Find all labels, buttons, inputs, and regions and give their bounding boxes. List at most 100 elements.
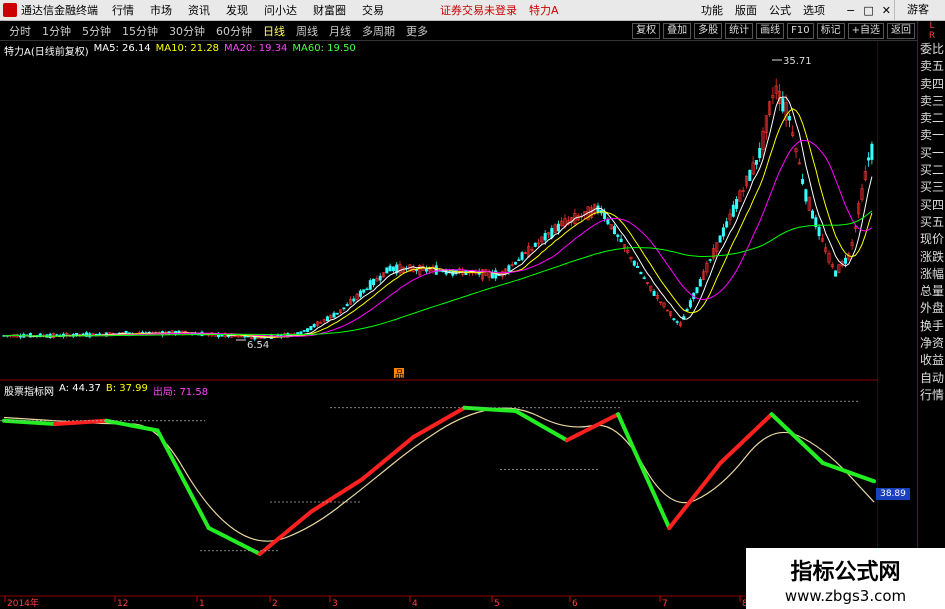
candle-body [332, 312, 336, 318]
candle-body [358, 290, 362, 297]
sidebar-item-5[interactable]: 卖一 [918, 127, 945, 144]
indicator-a: A: 44.37 [59, 383, 101, 394]
sidebar-item-10[interactable]: 买五 [918, 214, 945, 231]
sidebar-item-13[interactable]: 涨幅 [918, 266, 945, 283]
sidebar-r-label[interactable]: R [918, 31, 945, 41]
candle-body [309, 326, 313, 330]
candle-body [695, 287, 699, 293]
guest-button[interactable]: 游客 [894, 0, 941, 20]
indicator-exit: 出局: 71.58 [152, 387, 209, 398]
candle-body [342, 307, 346, 310]
candle-body [362, 289, 366, 293]
indicator-a-segment [513, 409, 569, 443]
indicator-price-box: 38.89 [876, 488, 910, 500]
indicator-a-segment [104, 418, 160, 433]
candle-body [385, 267, 389, 274]
sidebar-item-15[interactable]: 外盘 [918, 300, 945, 317]
sidebar-item-0[interactable]: 委比 [918, 41, 945, 58]
candle-body [335, 312, 339, 315]
candle-body [378, 275, 382, 281]
marker-label: 品 [395, 369, 404, 380]
candle-body [302, 330, 306, 332]
sidebar-item-6[interactable]: 买一 [918, 145, 945, 162]
sidebar-item-17[interactable]: 净资 [918, 335, 945, 352]
low-label: 6.54 [247, 340, 269, 351]
candle-body [688, 300, 692, 308]
indicator-title: 股票指标网 [4, 387, 54, 398]
candle-body [817, 226, 821, 237]
ma60-label: MA60: 19.50 [292, 43, 356, 54]
sidebar-item-8[interactable]: 买三 [918, 179, 945, 196]
indicator-a-segment [667, 461, 723, 530]
close-icon[interactable]: ✕ [882, 4, 891, 17]
candle-body [543, 232, 547, 241]
ma60-line [3, 210, 873, 337]
sidebar-item-12[interactable]: 涨跌 [918, 249, 945, 266]
candle-body [325, 316, 329, 322]
candle-body [368, 280, 372, 290]
x-tick-label-6: 5 [494, 599, 500, 609]
candle-body [372, 278, 376, 286]
indicator-a-segment [309, 477, 365, 514]
candle-body [556, 223, 560, 232]
tool-back-button[interactable]: 返回 [887, 22, 915, 39]
indicator-a-segment [360, 435, 416, 482]
x-tick-label-4: 3 [332, 599, 338, 609]
sidebar-item-7[interactable]: 买二 [918, 162, 945, 179]
candle-body [675, 321, 679, 323]
x-tick-label-0: 2014年 [7, 597, 39, 609]
ma-legend: 特力A(日线前复权) MA5: 26.14 MA10: 21.28 MA20: … [4, 43, 356, 58]
sidebar-item-18[interactable]: 收益 [918, 352, 945, 369]
candle-body [517, 259, 521, 261]
candle-body [550, 227, 554, 238]
indicator-a-segment [769, 412, 825, 465]
sidebar-item-16[interactable]: 换手 [918, 318, 945, 335]
watermark: 指标公式网 www.zbgs3.com [746, 548, 945, 609]
quote-sidebar: L R 委比 卖五 卖四 卖三 卖二 卖一 买一 买二 买三 买四 买五 现价 涨跌 涨幅 总量 外盘 换手 净资… [917, 21, 945, 609]
indicator-a-segment [411, 405, 467, 439]
candle-body [810, 210, 814, 219]
sidebar-item-19[interactable]: 自动 [918, 370, 945, 387]
candle-body [414, 269, 418, 271]
x-tick-label-7: 6 [572, 599, 578, 609]
candle-body [365, 288, 369, 291]
watermark-title: 指标公式网 [790, 560, 901, 585]
candle-body [494, 270, 498, 279]
chart-title: 特力A(日线前复权) [4, 47, 89, 58]
sidebar-item-4[interactable]: 卖二 [918, 110, 945, 127]
sidebar-item-20[interactable]: 行情 [918, 387, 945, 404]
candle-body [708, 259, 712, 261]
candle-body [758, 148, 762, 159]
candle-body [731, 204, 735, 217]
candlestick-chart[interactable]: 35.0032.5030.0027.5025.0022.5020.0017.50… [0, 0, 878, 609]
candle-body [636, 265, 640, 269]
x-tick-label-8: 7 [662, 599, 668, 609]
x-tick-label-1: 12 [117, 599, 128, 609]
candle-body [718, 235, 722, 243]
candle-body [616, 234, 620, 237]
candle-body [391, 266, 395, 272]
sidebar-item-1[interactable]: 卖五 [918, 58, 945, 75]
indicator-a-segment [155, 428, 211, 530]
x-tick-label-2: 1 [199, 599, 205, 609]
candle-body [612, 226, 616, 235]
indicator-b: B: 37.99 [105, 383, 148, 394]
candle-body [804, 189, 808, 202]
ma5-line [3, 96, 873, 339]
sidebar-item-11[interactable]: 现价 [918, 231, 945, 248]
sidebar-item-14[interactable]: 总量 [918, 283, 945, 300]
candle-body [843, 257, 847, 264]
candle-body [306, 328, 310, 332]
ma20-label: MA20: 19.34 [224, 43, 288, 54]
candle-body [754, 160, 758, 165]
candle-body [735, 199, 739, 209]
sidebar-item-2[interactable]: 卖四 [918, 76, 945, 93]
indicator-a-segment [616, 412, 672, 530]
sidebar-l-label[interactable]: L [918, 21, 945, 31]
candle-body [352, 298, 356, 302]
sidebar-item-3[interactable]: 卖三 [918, 93, 945, 110]
candle-body [725, 221, 729, 228]
sidebar-item-9[interactable]: 买四 [918, 197, 945, 214]
candle-body [642, 277, 646, 279]
candle-body [748, 169, 752, 182]
